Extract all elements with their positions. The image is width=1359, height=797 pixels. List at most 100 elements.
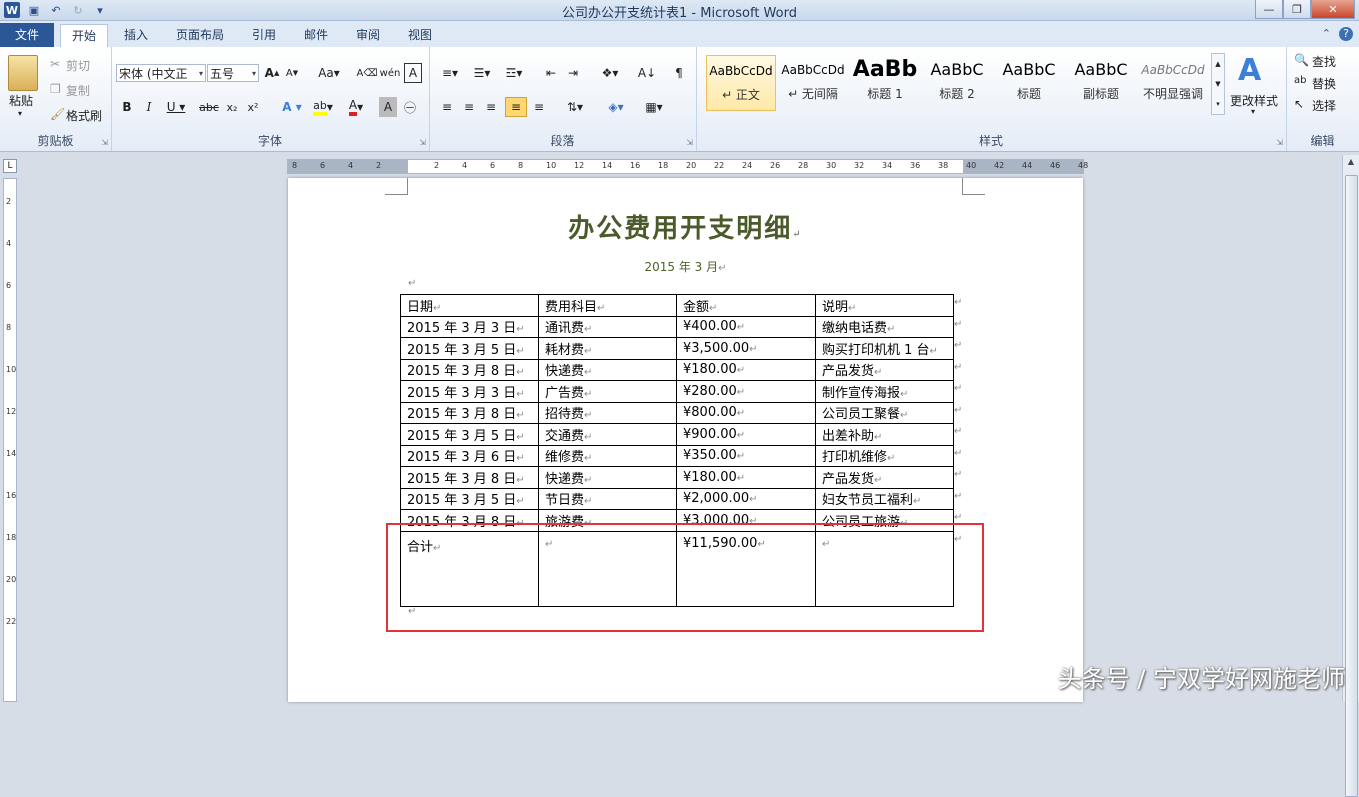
scroll-thumb[interactable]: [1345, 175, 1358, 797]
table-cell[interactable]: 2015 年 3 月 5 日↵: [400, 423, 539, 446]
cut-button[interactable]: 剪切: [66, 57, 90, 74]
table-cell[interactable]: 维修费↵: [538, 444, 677, 467]
multilevel-list-icon[interactable]: ☲▾: [501, 63, 527, 83]
paste-button[interactable]: 粘贴: [9, 92, 33, 109]
table-cell[interactable]: 公司员工聚餐↵: [815, 401, 954, 424]
find-button[interactable]: 查找: [1312, 53, 1336, 70]
borders-icon[interactable]: ▦▾: [639, 97, 669, 117]
font-name-combo[interactable]: 宋体 (中文正 ▾: [116, 64, 206, 82]
shading-icon[interactable]: ◈▾: [601, 97, 631, 117]
table-cell[interactable]: ¥2,000.00↵: [676, 487, 816, 510]
styles-launcher-icon[interactable]: ⇲: [1276, 138, 1283, 147]
grow-font-icon[interactable]: A ▲: [263, 63, 281, 83]
justify-icon[interactable]: ≡: [505, 97, 527, 117]
format-painter-button[interactable]: 格式刷: [66, 107, 102, 124]
horizontal-ruler[interactable]: 8642 2 4 6 8 10 12 14 16 18 20 22 24 26 28 30 32 34 36 38 4…: [287, 159, 1088, 174]
line-spacing-icon[interactable]: ⇅▾: [561, 97, 589, 117]
strikethrough-icon[interactable]: abc: [197, 97, 221, 117]
paste-dropdown-icon[interactable]: ▾: [18, 109, 22, 118]
table-cell[interactable]: 节日费↵: [538, 487, 677, 510]
highlight-color-icon[interactable]: ab ▾: [309, 97, 337, 117]
tab-review[interactable]: 审阅: [346, 24, 390, 46]
style-normal[interactable]: AaBbCcDd ↵ 正文: [706, 55, 776, 111]
table-cell[interactable]: 2015 年 3 月 8 日↵: [400, 466, 539, 489]
table-cell[interactable]: 2015 年 3 月 8 日↵: [400, 358, 539, 381]
replace-button[interactable]: 替换: [1312, 75, 1336, 92]
format-painter-icon[interactable]: 🖌: [50, 107, 65, 121]
style-subtle-emphasis[interactable]: AaBbCcDd 不明显强调: [1138, 55, 1208, 111]
cut-icon[interactable]: ✂: [50, 57, 60, 71]
character-border-icon[interactable]: A: [404, 63, 422, 83]
table-cell[interactable]: ¥900.00↵: [676, 423, 816, 446]
font-color-icon[interactable]: A ▾: [343, 97, 369, 117]
font-size-combo[interactable]: 五号 ▾: [207, 64, 259, 82]
increase-indent-icon[interactable]: ⇥: [563, 63, 583, 83]
tab-file[interactable]: 文件: [0, 23, 54, 47]
enclose-characters-icon[interactable]: ㊀: [401, 97, 419, 117]
font-size-dropdown-icon[interactable]: ▾: [252, 65, 256, 83]
tab-home[interactable]: 开始: [60, 24, 108, 47]
subscript-icon[interactable]: x₂: [223, 97, 241, 117]
phonetic-guide-icon[interactable]: wén: [380, 63, 401, 83]
table-cell[interactable]: 说明↵: [815, 294, 954, 317]
table-cell[interactable]: 快递费↵: [538, 466, 677, 489]
chinese-layout-icon[interactable]: ❖▾: [595, 63, 625, 83]
table-cell[interactable]: 招待费↵: [538, 401, 677, 424]
table-cell[interactable]: 通讯费↵: [538, 315, 677, 338]
align-right-icon[interactable]: ≡: [481, 97, 501, 117]
clear-formatting-icon[interactable]: A⌫: [357, 63, 378, 83]
table-cell[interactable]: 打印机维修↵: [815, 444, 954, 467]
select-icon[interactable]: ↖: [1294, 97, 1304, 111]
bullets-icon[interactable]: ≡▾: [437, 63, 463, 83]
table-cell[interactable]: 2015 年 3 月 3 日↵: [400, 380, 539, 403]
table-cell[interactable]: 2015 年 3 月 5 日↵: [400, 337, 539, 360]
table-cell[interactable]: 交通费↵: [538, 423, 677, 446]
font-launcher-icon[interactable]: ⇲: [419, 138, 426, 147]
table-cell[interactable]: 2015 年 3 月 6 日↵: [400, 444, 539, 467]
style-heading-2[interactable]: AaBbC 标题 2: [922, 55, 992, 111]
numbering-icon[interactable]: ☰▾: [469, 63, 495, 83]
change-case-icon[interactable]: Aa▾: [316, 63, 342, 83]
close-icon[interactable]: ✕: [1311, 0, 1355, 19]
table-cell[interactable]: ¥180.00↵: [676, 358, 816, 381]
select-button[interactable]: 选择: [1312, 97, 1336, 114]
scroll-up-icon[interactable]: ▲: [1345, 157, 1357, 171]
table-cell[interactable]: 广告费↵: [538, 380, 677, 403]
help-icon[interactable]: ?: [1339, 27, 1353, 41]
table-cell[interactable]: 2015 年 3 月 5 日↵: [400, 487, 539, 510]
underline-icon[interactable]: U ▾: [163, 97, 189, 117]
table-cell[interactable]: 缴纳电话费↵: [815, 315, 954, 338]
text-effects-icon[interactable]: A ▾: [279, 97, 305, 117]
table-cell[interactable]: ¥800.00↵: [676, 401, 816, 424]
table-cell[interactable]: 2015 年 3 月 8 日↵: [400, 401, 539, 424]
paragraph-launcher-icon[interactable]: ⇲: [686, 138, 693, 147]
table-cell[interactable]: 费用科目↵: [538, 294, 677, 317]
table-cell[interactable]: 产品发货↵: [815, 466, 954, 489]
superscript-icon[interactable]: x²: [244, 97, 262, 117]
tab-view[interactable]: 视图: [398, 24, 442, 46]
style-subtitle[interactable]: AaBbC 副标题: [1066, 55, 1136, 111]
table-cell[interactable]: 日期↵: [400, 294, 539, 317]
table-cell[interactable]: 出差补助↵: [815, 423, 954, 446]
table-cell[interactable]: 快递费↵: [538, 358, 677, 381]
font-name-dropdown-icon[interactable]: ▾: [199, 65, 203, 83]
table-cell[interactable]: 产品发货↵: [815, 358, 954, 381]
decrease-indent-icon[interactable]: ⇤: [541, 63, 561, 83]
character-shading-icon[interactable]: A: [379, 97, 397, 117]
style-no-spacing[interactable]: AaBbCcDd ↵ 无间隔: [778, 55, 848, 111]
tab-page-layout[interactable]: 页面布局: [166, 24, 234, 46]
sort-icon[interactable]: A↓: [637, 63, 657, 83]
style-title[interactable]: AaBbC 标题: [994, 55, 1064, 111]
minimize-icon[interactable]: —: [1255, 0, 1283, 19]
table-cell[interactable]: ¥180.00↵: [676, 466, 816, 489]
table-cell[interactable]: 耗材费↵: [538, 337, 677, 360]
restore-icon[interactable]: ❐: [1283, 0, 1311, 19]
tab-references[interactable]: 引用: [242, 24, 286, 46]
tab-selector-icon[interactable]: L: [3, 159, 17, 173]
copy-button[interactable]: 复制: [66, 82, 90, 99]
clipboard-launcher-icon[interactable]: ⇲: [101, 138, 108, 147]
collapse-ribbon-icon[interactable]: ⌃: [1322, 27, 1331, 41]
bold-icon[interactable]: B: [118, 97, 136, 117]
table-cell[interactable]: 妇女节员工福利↵: [815, 487, 954, 510]
copy-icon[interactable]: ❐: [50, 82, 61, 96]
